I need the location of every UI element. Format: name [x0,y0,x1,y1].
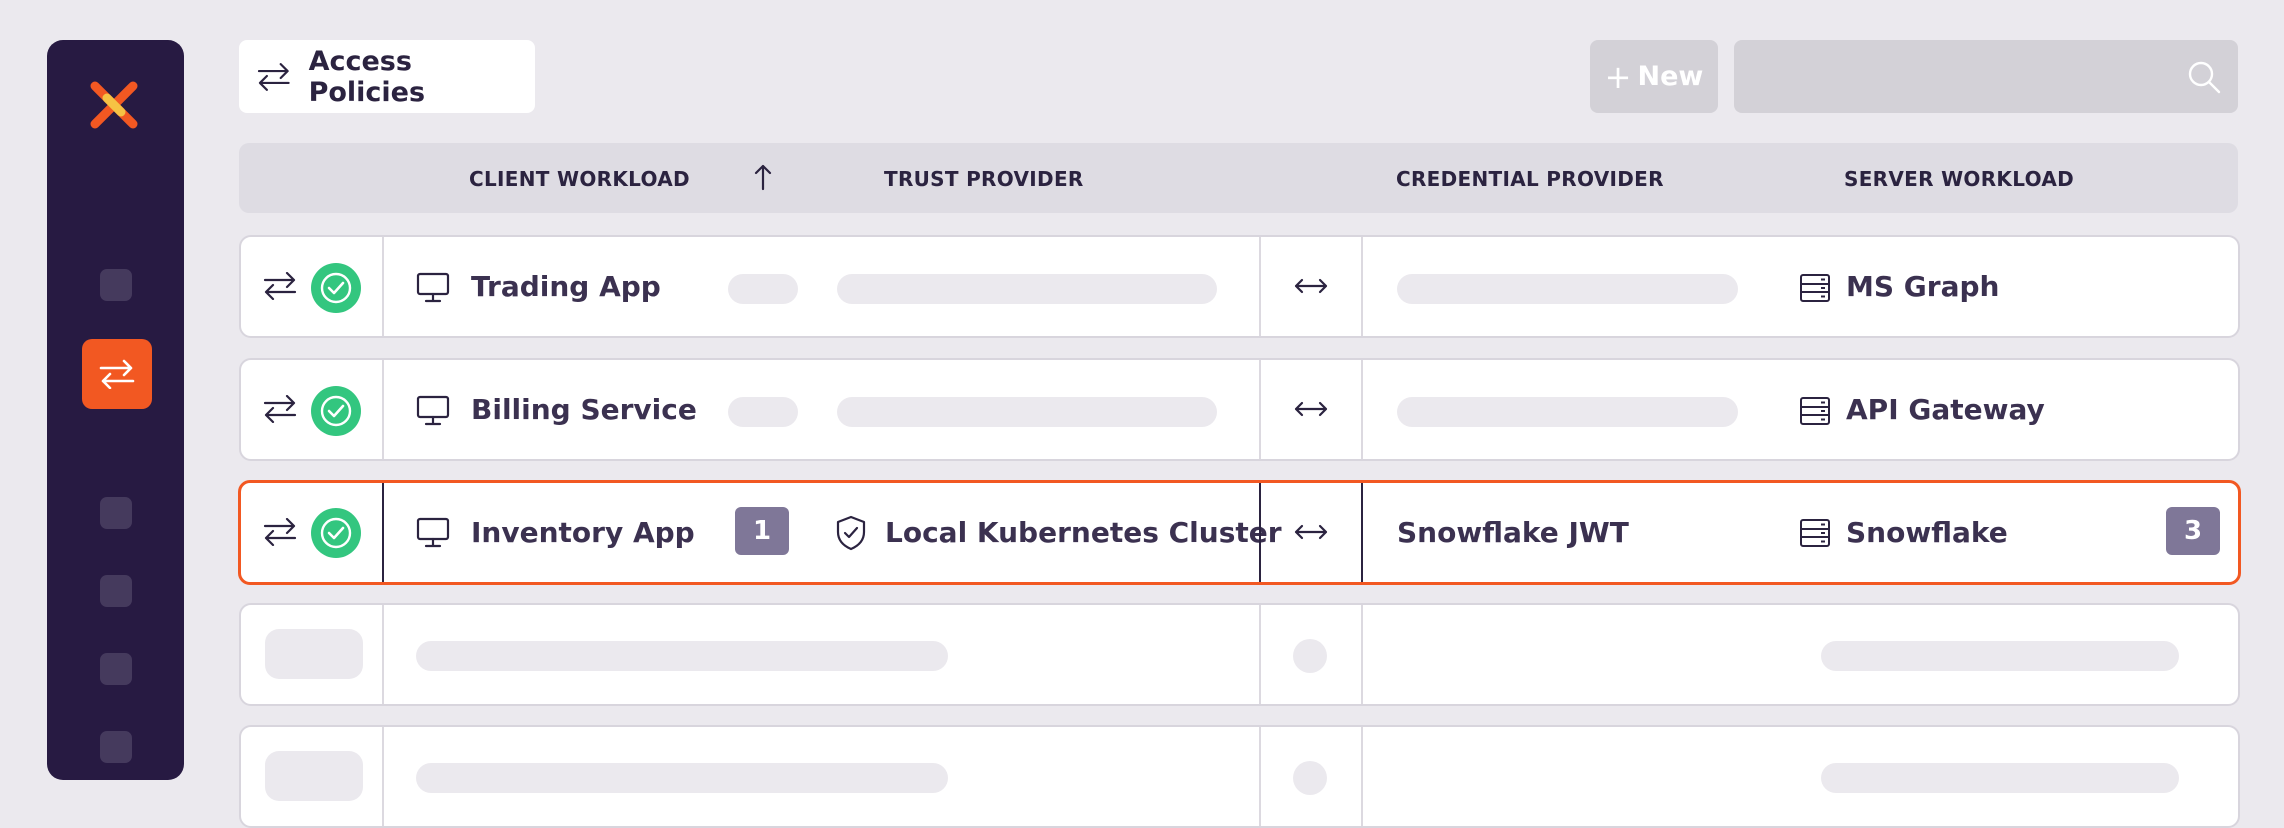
table-row-loading [239,603,2240,706]
shield-check-icon [836,515,866,551]
search-icon[interactable] [2186,59,2222,95]
loading-placeholder [1821,763,2179,793]
server-icon [1800,397,1830,425]
credential-provider-name: Snowflake JWT [1397,516,1629,549]
server-workload-name: API Gateway [1846,393,2045,426]
server-workload-name: Snowflake [1846,516,2008,549]
loading-placeholder [1293,761,1327,795]
loading-placeholder [728,274,798,304]
page-title-chip: Access Policies [239,40,535,113]
sidebar-item-2[interactable] [100,497,132,529]
search-box[interactable] [1734,40,2238,113]
sort-ascending-icon[interactable] [753,163,773,191]
swap-icon [263,518,297,546]
loading-placeholder [416,641,948,671]
page-title: Access Policies [308,45,426,108]
table-row-loading [239,725,2240,828]
bidirectional-arrow-icon [1294,401,1328,417]
status-active-icon [311,263,361,313]
server-workload-name: MS Graph [1846,270,2000,303]
column-header-credential-provider[interactable]: CREDENTIAL PROVIDER [1396,167,1664,191]
new-button[interactable]: + New [1590,40,1718,113]
loading-placeholder [1397,274,1738,304]
swap-icon [263,395,297,423]
sidebar-item-5[interactable] [100,731,132,763]
status-active-icon [311,508,361,558]
swap-icon [99,359,135,389]
client-workload-name: Billing Service [471,393,697,426]
search-input[interactable] [1734,40,2214,113]
server-icon [1800,519,1830,547]
sidebar [47,40,184,780]
sidebar-item-1[interactable] [100,269,132,301]
loading-placeholder [265,751,363,801]
loading-placeholder [1397,397,1738,427]
plus-icon: + [1604,57,1632,96]
column-header-trust-provider[interactable]: TRUST PROVIDER [884,167,1084,191]
loading-placeholder [728,397,798,427]
logo-icon [90,81,138,129]
loading-placeholder [837,397,1217,427]
monitor-icon [416,517,450,548]
loading-placeholder [265,629,363,679]
new-button-label: New [1637,61,1704,92]
sidebar-item-access-policies[interactable] [82,339,152,409]
column-header-server-workload[interactable]: SERVER WORKLOAD [1844,167,2074,191]
server-icon [1800,274,1830,302]
client-workload-name: Inventory App [471,516,695,549]
sidebar-item-3[interactable] [100,575,132,607]
bidirectional-arrow-icon [1294,524,1328,540]
sidebar-item-4[interactable] [100,653,132,685]
loading-placeholder [1293,639,1327,673]
bidirectional-arrow-icon [1294,278,1328,294]
trust-provider-name: Local Kubernetes Cluster [885,516,1282,549]
table-header: CLIENT WORKLOAD TRUST PROVIDER CREDENTIA… [239,143,2238,213]
swap-icon [257,62,290,91]
swap-icon [263,272,297,300]
loading-placeholder [837,274,1217,304]
client-count-badge: 1 [735,507,789,555]
monitor-icon [416,395,450,426]
table-row-selected[interactable]: Inventory App 1 Local Kubernetes Cluster… [238,480,2241,585]
monitor-icon [416,272,450,303]
table-row[interactable]: Trading App MS Graph [239,235,2240,338]
loading-placeholder [1821,641,2179,671]
server-count-badge: 3 [2166,507,2220,555]
column-header-client-workload[interactable]: CLIENT WORKLOAD [469,167,690,191]
client-workload-name: Trading App [471,270,661,303]
table-row[interactable]: Billing Service API Gateway [239,358,2240,461]
status-active-icon [311,386,361,436]
loading-placeholder [416,763,948,793]
